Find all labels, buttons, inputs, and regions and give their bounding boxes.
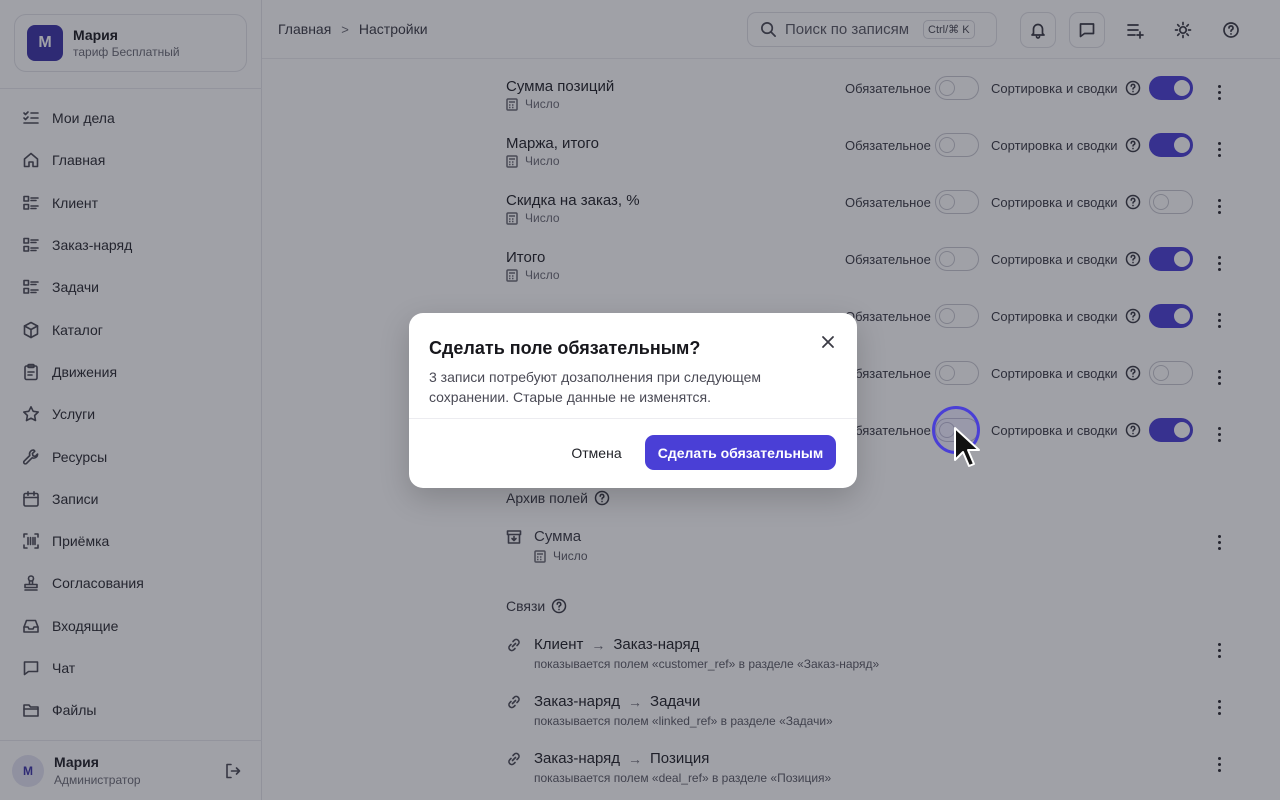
- dialog-body: 3 записи потребуют дозаполнения при след…: [429, 369, 762, 405]
- confirm-required-button[interactable]: Сделать обязательным: [645, 435, 836, 470]
- dialog-title: Сделать поле обязательным?: [429, 338, 701, 358]
- dialog-divider: [409, 418, 857, 419]
- close-icon[interactable]: [821, 335, 835, 349]
- confirm-required-dialog: Сделать поле обязательным? 3 записи потр…: [409, 313, 857, 488]
- mouse-cursor-icon: [954, 427, 980, 467]
- cancel-button[interactable]: Отмена: [559, 435, 634, 470]
